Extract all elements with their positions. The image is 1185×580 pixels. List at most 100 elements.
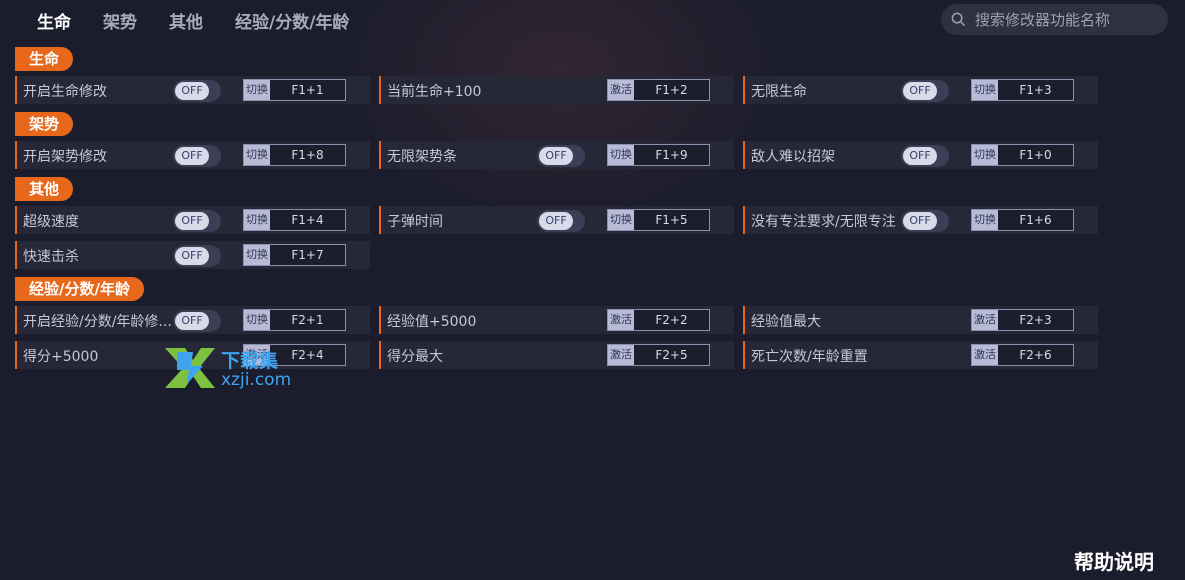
- hotkey-combo: F1+6: [1019, 213, 1052, 227]
- toggle-state: OFF: [903, 212, 937, 230]
- toggle-state: OFF: [175, 147, 209, 165]
- hotkey-button[interactable]: 切换 F1+7: [243, 244, 346, 266]
- section-label-posture: 架势: [15, 112, 74, 136]
- cheat-label: 超级速度: [23, 214, 79, 230]
- watermark-url: xzji.com: [221, 370, 292, 390]
- hotkey-button[interactable]: 激活 F2+2: [607, 309, 710, 331]
- hotkey-button[interactable]: 激活 F2+5: [607, 344, 710, 366]
- toggle-state: OFF: [175, 247, 209, 265]
- toggle-state: OFF: [539, 212, 573, 230]
- cheat-label: 无限架势条: [387, 149, 457, 165]
- toggle-state: OFF: [175, 312, 209, 330]
- toggle-switch[interactable]: OFF: [173, 210, 221, 232]
- hotkey-button[interactable]: 切换 F1+0: [971, 144, 1074, 166]
- hotkey-kind: 切换: [244, 210, 270, 230]
- toggle-switch[interactable]: OFF: [537, 145, 585, 167]
- hotkey-combo: F2+1: [291, 313, 324, 327]
- hotkey-combo: F1+5: [655, 213, 688, 227]
- cheat-label: 子弹时间: [387, 214, 443, 230]
- cheat-row-exp-max: 经验值最大 激活 F2+3: [743, 306, 1098, 334]
- tab-life[interactable]: 生命: [37, 8, 71, 33]
- hotkey-button[interactable]: 切换 F1+9: [607, 144, 710, 166]
- toggle-switch[interactable]: OFF: [173, 245, 221, 267]
- cheat-label: 得分最大: [387, 349, 443, 365]
- toggle-switch[interactable]: OFF: [173, 310, 221, 332]
- hotkey-combo: F2+2: [655, 313, 688, 327]
- cheat-row-enable-posture: 开启架势修改 OFF 切换 F1+8: [15, 141, 370, 169]
- cheat-label: 无限生命: [751, 84, 807, 100]
- cheat-row-no-focus-requirement: 没有专注要求/无限专注 OFF 切换 F1+6: [743, 206, 1098, 234]
- toggle-state: OFF: [539, 147, 573, 165]
- hotkey-button[interactable]: 切换 F1+3: [971, 79, 1074, 101]
- hotkey-kind: 切换: [608, 210, 634, 230]
- cheat-row-enable-exp-score-age: 开启经验/分数/年龄修... OFF 切换 F2+1: [15, 306, 370, 334]
- toggle-state: OFF: [903, 82, 937, 100]
- toggle-state: OFF: [175, 82, 209, 100]
- hotkey-button[interactable]: 切换 F1+8: [243, 144, 346, 166]
- search-icon: [951, 12, 966, 27]
- hotkey-combo: F2+3: [1019, 313, 1052, 327]
- hotkey-button[interactable]: 激活 F2+6: [971, 344, 1074, 366]
- hotkey-kind: 激活: [608, 345, 634, 365]
- toggle-state: OFF: [175, 212, 209, 230]
- hotkey-kind: 激活: [608, 80, 634, 100]
- toggle-switch[interactable]: OFF: [537, 210, 585, 232]
- cheat-row-infinite-life: 无限生命 OFF 切换 F1+3: [743, 76, 1098, 104]
- hotkey-combo: F1+2: [655, 83, 688, 97]
- toggle-state: OFF: [903, 147, 937, 165]
- cheat-row-exp-plus5000: 经验值+5000 激活 F2+2: [379, 306, 734, 334]
- cheat-label: 开启架势修改: [23, 149, 107, 165]
- hotkey-button[interactable]: 切换 F1+1: [243, 79, 346, 101]
- hotkey-kind: 切换: [972, 210, 998, 230]
- cheat-row-enemy-hard-deflect: 敌人难以招架 OFF 切换 F1+0: [743, 141, 1098, 169]
- hotkey-button[interactable]: 激活 F2+3: [971, 309, 1074, 331]
- cheat-label: 经验值+5000: [387, 314, 477, 330]
- section-label-exp-score-age: 经验/分数/年龄: [15, 277, 144, 301]
- hotkey-kind: 激活: [608, 310, 634, 330]
- cheat-row-current-life-plus100: 当前生命+100 激活 F1+2: [379, 76, 734, 104]
- cheat-row-quick-kill: 快速击杀 OFF 切换 F1+7: [15, 241, 370, 269]
- search-box[interactable]: [941, 4, 1168, 35]
- toggle-switch[interactable]: OFF: [901, 80, 949, 102]
- hotkey-kind: 切换: [244, 245, 270, 265]
- cheat-row-bullet-time: 子弹时间 OFF 切换 F1+5: [379, 206, 734, 234]
- cheat-row-super-speed: 超级速度 OFF 切换 F1+4: [15, 206, 370, 234]
- hotkey-combo: F1+1: [291, 83, 324, 97]
- cheat-label: 开启经验/分数/年龄修...: [23, 314, 172, 330]
- cheat-label: 敌人难以招架: [751, 149, 835, 165]
- cheat-row-enable-life: 开启生命修改 OFF 切换 F1+1: [15, 76, 370, 104]
- search-input[interactable]: [973, 7, 1163, 33]
- hotkey-kind: 切换: [608, 145, 634, 165]
- cheat-label: 快速击杀: [23, 249, 79, 265]
- help-button[interactable]: 帮助说明: [1074, 546, 1154, 575]
- tab-exp-score-age[interactable]: 经验/分数/年龄: [235, 8, 349, 33]
- hotkey-combo: F1+0: [1019, 148, 1052, 162]
- hotkey-button[interactable]: 切换 F2+1: [243, 309, 346, 331]
- hotkey-combo: F1+4: [291, 213, 324, 227]
- toggle-switch[interactable]: OFF: [901, 145, 949, 167]
- top-nav: 生命 架势 其他 经验/分数/年龄: [0, 0, 1185, 38]
- hotkey-combo: F1+8: [291, 148, 324, 162]
- hotkey-kind: 切换: [244, 145, 270, 165]
- watermark-text: 下载集: [221, 350, 279, 372]
- hotkey-combo: F2+5: [655, 348, 688, 362]
- hotkey-button[interactable]: 切换 F1+4: [243, 209, 346, 231]
- toggle-switch[interactable]: OFF: [173, 145, 221, 167]
- watermark-logo-icon: [165, 348, 215, 388]
- hotkey-button[interactable]: 切换 F1+5: [607, 209, 710, 231]
- tab-other[interactable]: 其他: [169, 8, 203, 33]
- toggle-switch[interactable]: OFF: [173, 80, 221, 102]
- cheat-label: 当前生命+100: [387, 84, 482, 100]
- hotkey-kind: 切换: [972, 145, 998, 165]
- cheat-row-death-age-reset: 死亡次数/年龄重置 激活 F2+6: [743, 341, 1098, 369]
- hotkey-combo: F1+3: [1019, 83, 1052, 97]
- tab-posture[interactable]: 架势: [103, 8, 137, 33]
- hotkey-button[interactable]: 切换 F1+6: [971, 209, 1074, 231]
- hotkey-button[interactable]: 激活 F1+2: [607, 79, 710, 101]
- hotkey-kind: 切换: [244, 80, 270, 100]
- hotkey-kind: 激活: [972, 310, 998, 330]
- cheat-label: 死亡次数/年龄重置: [751, 349, 868, 365]
- toggle-switch[interactable]: OFF: [901, 210, 949, 232]
- section-label-life: 生命: [15, 47, 74, 71]
- cheat-label: 经验值最大: [751, 314, 821, 330]
